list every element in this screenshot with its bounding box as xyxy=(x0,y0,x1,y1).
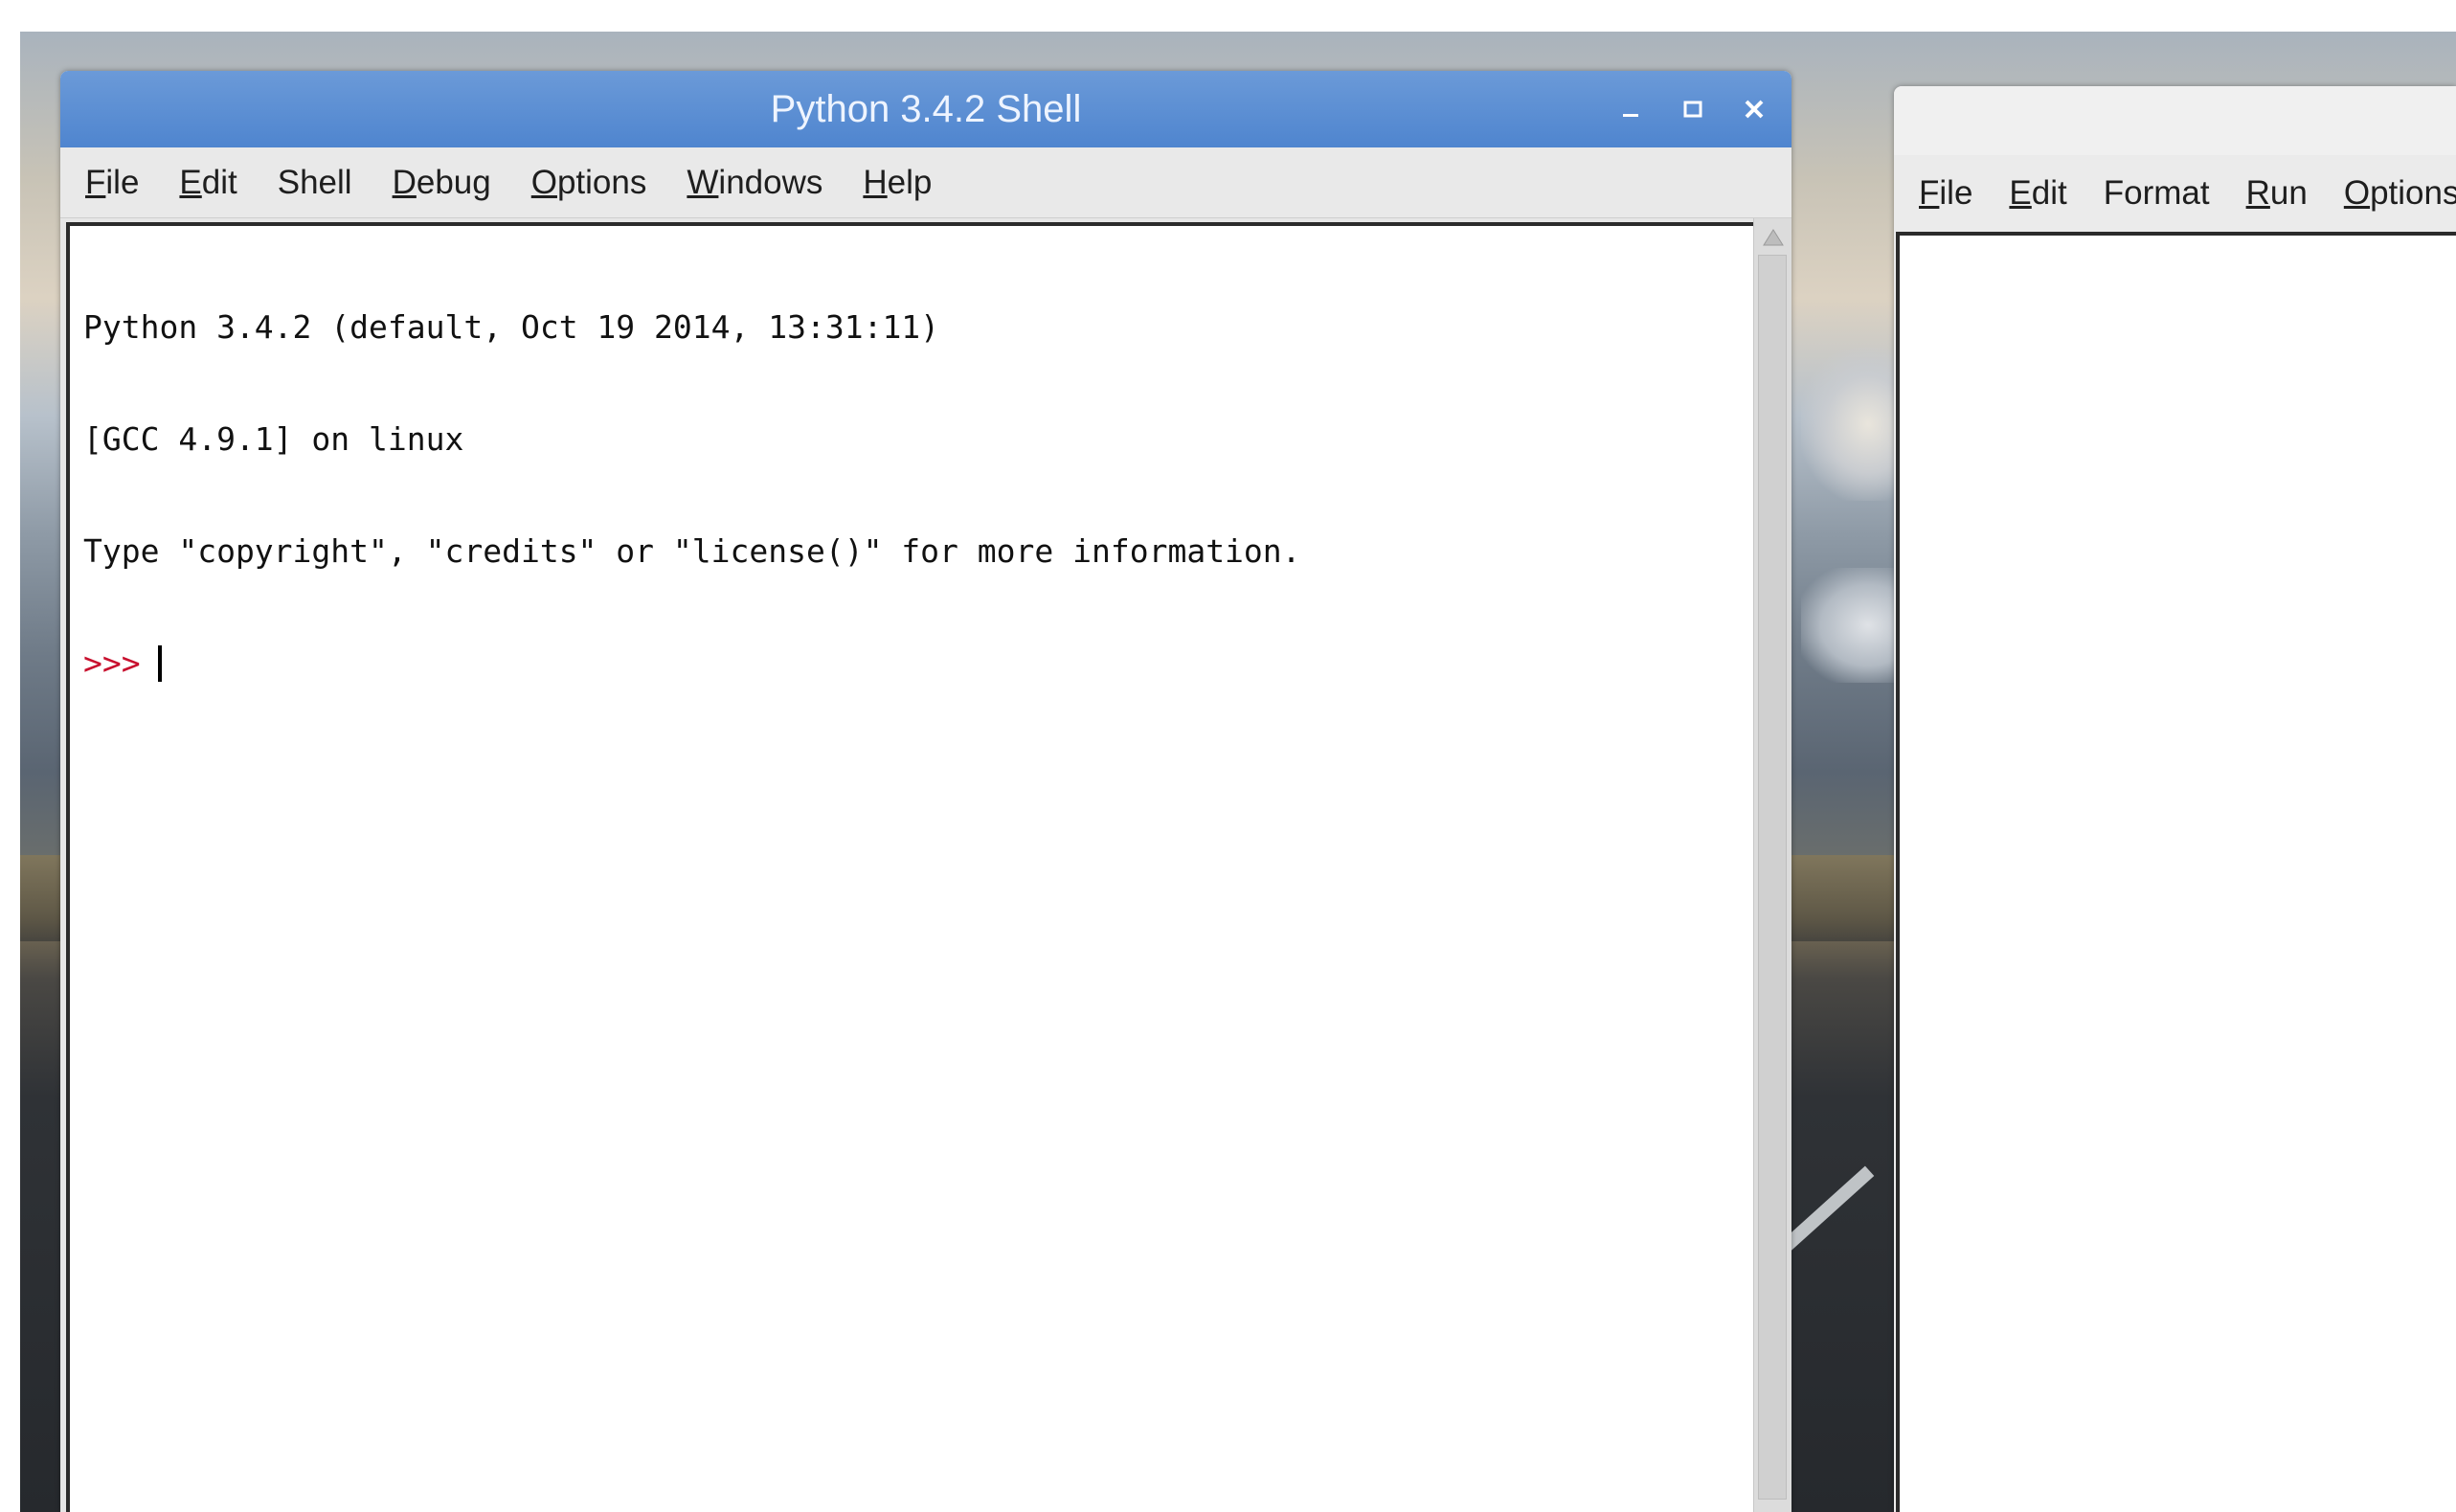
menu-label: indows xyxy=(718,163,823,201)
menu-help[interactable]: Help xyxy=(859,160,935,206)
menu-label: ptions xyxy=(2370,174,2456,212)
console-line: [GCC 4.9.1] on linux xyxy=(83,420,464,458)
menu-mnemonic: F xyxy=(85,163,106,201)
python-editor-window: File Edit Format Run Options xyxy=(1894,86,2456,1512)
menu-mnemonic: E xyxy=(179,163,202,201)
minimize-icon xyxy=(1623,114,1638,117)
close-button[interactable] xyxy=(1738,93,1770,125)
menu-label: ptions xyxy=(556,163,647,201)
menu-edit[interactable]: Edit xyxy=(175,160,240,206)
console-line: Python 3.4.2 (default, Oct 19 2014, 13:3… xyxy=(83,308,940,346)
menu-label: Shell xyxy=(277,163,352,201)
menu-mnemonic: F xyxy=(1919,174,1940,212)
menu-label: ebug xyxy=(416,163,491,201)
menu-edit[interactable]: Edit xyxy=(2005,170,2070,216)
menu-debug[interactable]: Debug xyxy=(389,160,495,206)
menu-label: un xyxy=(2269,174,2308,212)
menu-mnemonic: W xyxy=(687,163,719,201)
menu-mnemonic: O xyxy=(2343,174,2371,212)
menu-file[interactable]: File xyxy=(81,160,143,206)
text-cursor xyxy=(157,644,162,682)
window-title: Python 3.4.2 Shell xyxy=(770,88,1082,130)
shell-menubar: File Edit Shell Debug Options Windows He… xyxy=(60,147,1791,218)
console-line: Type "copyright", "credits" or "license(… xyxy=(83,532,1301,570)
menu-file[interactable]: File xyxy=(1915,170,1976,216)
maximize-button[interactable] xyxy=(1677,93,1709,125)
menu-label: dit xyxy=(2031,174,2067,212)
window-controls xyxy=(1615,71,1770,147)
menu-mnemonic: D xyxy=(392,163,417,201)
close-icon xyxy=(1745,100,1764,119)
menu-label: elp xyxy=(887,163,933,201)
menu-label: dit xyxy=(201,163,237,201)
prompt-marker: >>> xyxy=(83,644,141,682)
menu-format[interactable]: Format xyxy=(2100,170,2214,216)
menu-label: ile xyxy=(105,163,140,201)
editor-titlebar[interactable] xyxy=(1894,86,2456,155)
maximize-icon xyxy=(1683,101,1702,118)
menu-mnemonic: R xyxy=(2245,174,2270,212)
menu-mnemonic: H xyxy=(863,163,888,201)
menu-options[interactable]: Options xyxy=(2340,170,2456,216)
prompt-line[interactable]: >>> xyxy=(83,644,1301,682)
menu-windows[interactable]: Windows xyxy=(683,160,826,206)
scroll-up-icon xyxy=(1763,229,1784,246)
scroll-up-button[interactable] xyxy=(1760,224,1787,251)
shell-titlebar[interactable]: Python 3.4.2 Shell xyxy=(60,71,1791,147)
menu-run[interactable]: Run xyxy=(2242,170,2311,216)
menu-mnemonic: E xyxy=(2009,174,2032,212)
screen: Python 3.4.2 Shell File Edit Shell Debug… xyxy=(0,0,2456,1512)
menu-shell[interactable]: Shell xyxy=(274,160,356,206)
editor-menubar: File Edit Format Run Options xyxy=(1894,155,2456,232)
menu-label: ile xyxy=(1939,174,1973,212)
editor-text-area[interactable] xyxy=(1896,232,2456,1512)
scroll-thumb[interactable] xyxy=(1758,255,1787,1500)
menu-options[interactable]: Options xyxy=(528,160,651,206)
menu-mnemonic: O xyxy=(530,163,557,201)
shell-text-area[interactable]: Python 3.4.2 (default, Oct 19 2014, 13:3… xyxy=(66,222,1753,1512)
vertical-scrollbar[interactable] xyxy=(1753,218,1791,1512)
wallpaper-road-marking xyxy=(1779,1165,1875,1253)
menu-label: Format xyxy=(2103,174,2210,212)
console-output: Python 3.4.2 (default, Oct 19 2014, 13:3… xyxy=(83,234,1301,756)
python-shell-window: Python 3.4.2 Shell File Edit Shell Debug… xyxy=(60,71,1791,1512)
minimize-button[interactable] xyxy=(1615,93,1648,125)
